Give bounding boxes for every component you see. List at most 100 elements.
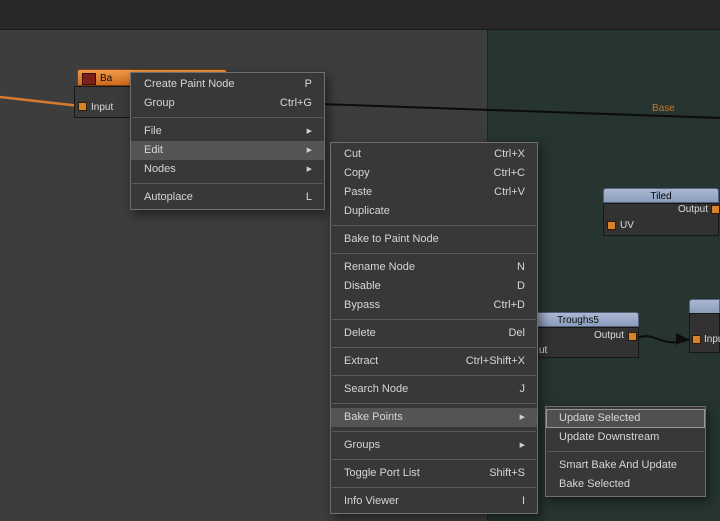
menu-separator [332,253,536,254]
menu-item-disable[interactable]: Disable D [331,277,537,296]
bake-input-port-label: Input [91,102,113,113]
wire-label-base: Base [652,103,675,114]
menu-separator [332,403,536,404]
menu-item-shortcut: Ctrl+D [494,296,525,315]
menu-item-copy[interactable]: Copy Ctrl+C [331,164,537,183]
menu-item-bypass[interactable]: Bypass Ctrl+D [331,296,537,315]
menu-item-shortcut: Ctrl+X [494,145,525,164]
menu-item-update-downstream[interactable]: Update Downstream [546,428,705,447]
tiled-uv-port[interactable] [607,221,616,230]
menu-item-label: Extract [344,352,378,371]
menu-separator [332,319,536,320]
menu-item-autoplace[interactable]: Autoplace L [131,188,324,207]
menu-item-label: Search Node [344,380,408,399]
menu-item-delete[interactable]: Delete Del [331,324,537,343]
menu-separator [132,117,323,118]
menu-item-shortcut: L [306,188,312,207]
tiled-uv-port-label: UV [620,220,634,231]
menu-item-rename-node[interactable]: Rename Node N [331,258,537,277]
tiled-node-header[interactable]: Tiled [603,188,719,203]
submenu-arrow-icon: ▶ [520,408,525,427]
orange-input-wire[interactable] [0,97,80,106]
menu-separator [132,183,323,184]
bake-input-port[interactable] [78,102,87,111]
menu-item-label: Autoplace [144,188,193,207]
menu-item-extract[interactable]: Extract Ctrl+Shift+X [331,352,537,371]
menu-item-bake-points[interactable]: Bake Points ▶ [331,408,537,427]
menu-item-nodes[interactable]: Nodes ▶ [131,160,324,179]
right-node-body[interactable] [689,313,720,353]
menu-separator [547,451,704,452]
menu-item-label: Copy [344,164,370,183]
menu-item-label: Update Selected [559,409,640,428]
node-title: Tiled [650,191,671,202]
context-menu-bake-points: Update Selected Update Downstream Smart … [545,406,706,497]
menu-item-label: Create Paint Node [144,75,235,94]
wire-arrowhead-icon [676,333,688,345]
submenu-arrow-icon: ▶ [307,141,312,160]
menu-item-label: Bypass [344,296,380,315]
submenu-arrow-icon: ▶ [307,160,312,179]
right-node-header[interactable] [689,299,720,314]
menu-separator [332,431,536,432]
submenu-arrow-icon: ▶ [307,122,312,141]
menu-item-shortcut: Shift+S [489,464,525,483]
tiled-output-port[interactable] [711,205,720,214]
menu-item-update-selected[interactable]: Update Selected [546,409,705,428]
menu-item-label: Info Viewer [344,492,399,511]
menu-item-create-paint-node[interactable]: Create Paint Node P [131,75,324,94]
menu-item-label: Bake to Paint Node [344,230,439,249]
right-node-input-port-label: Input [704,334,720,345]
right-node-input-port[interactable] [692,335,701,344]
submenu-arrow-icon: ▶ [520,436,525,455]
menu-item-shortcut: Del [508,324,525,343]
menu-item-paste[interactable]: Paste Ctrl+V [331,183,537,202]
node-title: Troughs5 [557,315,599,326]
menu-item-label: Bake Selected [559,475,630,494]
menu-item-file[interactable]: File ▶ [131,122,324,141]
menu-item-shortcut: Ctrl+C [494,164,525,183]
menu-item-label: File [144,122,162,141]
menu-item-info-viewer[interactable]: Info Viewer I [331,492,537,511]
menu-item-groups[interactable]: Groups ▶ [331,436,537,455]
menu-item-shortcut: Ctrl+G [280,94,312,113]
menu-item-shortcut: D [517,277,525,296]
menu-item-shortcut: Ctrl+Shift+X [466,352,525,371]
menu-item-label: Smart Bake And Update [559,456,677,475]
menu-item-shortcut: N [517,258,525,277]
menu-separator [332,347,536,348]
menu-item-label: Update Downstream [559,428,659,447]
menu-item-label: Groups [344,436,380,455]
menu-separator [332,459,536,460]
menu-item-smart-bake-and-update[interactable]: Smart Bake And Update [546,456,705,475]
menu-item-label: Rename Node [344,258,415,277]
troughs5-output-port[interactable] [628,332,637,341]
menu-item-bake-selected[interactable]: Bake Selected [546,475,705,494]
menu-item-label: Duplicate [344,202,390,221]
menu-item-duplicate[interactable]: Duplicate [331,202,537,221]
menu-item-cut[interactable]: Cut Ctrl+X [331,145,537,164]
tiled-output-port-label: Output [650,204,708,215]
menu-item-label: Bake Points [344,408,403,427]
menu-item-shortcut: J [520,380,526,399]
menu-separator [332,487,536,488]
menu-separator [332,375,536,376]
menu-item-label: Paste [344,183,372,202]
troughs5-output-port-label: Output [558,330,624,341]
menu-item-shortcut: I [522,492,525,511]
menu-separator [332,225,536,226]
menu-item-group[interactable]: Group Ctrl+G [131,94,324,113]
menu-item-label: Group [144,94,175,113]
menu-item-label: Cut [344,145,361,164]
node-color-swatch [82,73,96,85]
context-menu-edit: Cut Ctrl+X Copy Ctrl+C Paste Ctrl+V Dupl… [330,142,538,514]
menu-item-toggle-port-list[interactable]: Toggle Port List Shift+S [331,464,537,483]
menu-item-edit[interactable]: Edit ▶ [131,141,324,160]
context-menu-main: Create Paint Node P Group Ctrl+G File ▶ … [130,72,325,210]
menu-item-label: Nodes [144,160,176,179]
menu-item-search-node[interactable]: Search Node J [331,380,537,399]
menu-item-shortcut: P [305,75,312,94]
menu-item-bake-to-paint-node[interactable]: Bake to Paint Node [331,230,537,249]
menu-item-shortcut: Ctrl+V [494,183,525,202]
menu-item-label: Toggle Port List [344,464,420,483]
